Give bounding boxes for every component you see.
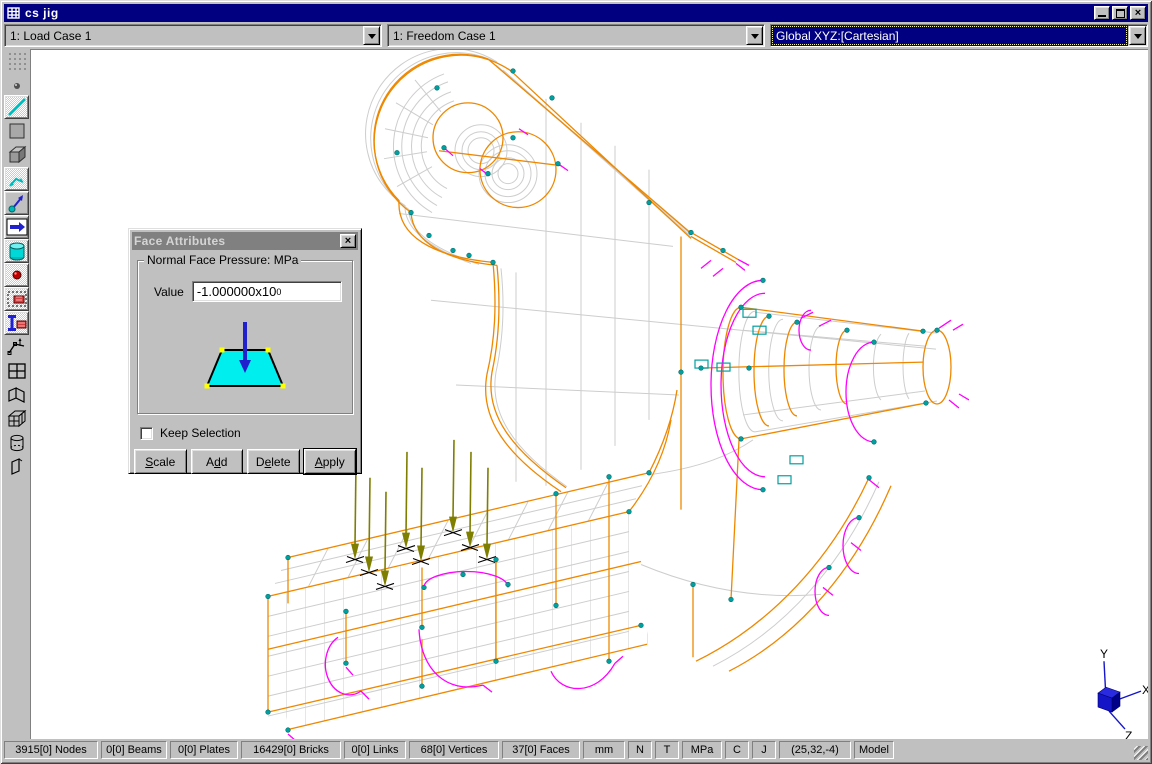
chevron-down-icon — [368, 34, 376, 43]
status-bricks: 16429[0] Bricks — [241, 741, 341, 759]
grid-points-icon — [7, 51, 27, 71]
status-stress-unit: MPa — [682, 741, 722, 759]
maximize-icon — [1116, 9, 1125, 18]
status-force-unit: N — [628, 741, 652, 759]
hex-mesh-tool[interactable] — [4, 407, 29, 431]
status-coordinates: (25,32,-4) — [779, 741, 851, 759]
folded-plate-icon — [6, 384, 28, 406]
keep-selection-label: Keep Selection — [160, 426, 241, 440]
bent-beam-icon — [6, 336, 28, 358]
dialog-titlebar[interactable]: Face Attributes × — [132, 232, 358, 250]
load-case-value: 1: Load Case 1 — [5, 25, 362, 46]
beam-tool[interactable] — [4, 95, 29, 119]
brick-icon — [6, 144, 28, 166]
coordinate-system-combo[interactable]: Global XYZ:[Cartesian] — [770, 24, 1148, 47]
status-mode: Model — [854, 741, 894, 759]
dialog-close-button[interactable]: × — [340, 234, 356, 248]
dialog-title: Face Attributes — [134, 234, 338, 248]
status-beams: 0[0] Beams — [101, 741, 167, 759]
bent-beam-tool[interactable] — [4, 335, 29, 359]
maximize-button[interactable] — [1112, 6, 1128, 20]
load-case-combo[interactable]: 1: Load Case 1 — [4, 24, 382, 47]
solid-cylinder-icon — [6, 240, 28, 262]
minimize-button[interactable] — [1094, 6, 1110, 20]
minimize-icon — [1098, 15, 1106, 17]
node-tool[interactable] — [4, 77, 29, 95]
axis-y-label: Y — [1100, 647, 1108, 661]
plate-wire-tool[interactable] — [4, 455, 29, 479]
quad-mesh-tool[interactable] — [4, 359, 29, 383]
value-label: Value — [154, 285, 184, 299]
status-nodes: 3915[0] Nodes — [4, 741, 98, 759]
scale-button[interactable]: Scale — [134, 449, 187, 474]
close-button[interactable]: × — [1130, 6, 1146, 20]
status-plates: 0[0] Plates — [170, 741, 238, 759]
pressure-direction-icon — [175, 310, 315, 396]
app-window: cs jig × 1: Load Case 1 1: Freedom Case … — [0, 0, 1152, 764]
face-arrow-icon — [6, 216, 28, 238]
axis-z-label: Z — [1125, 729, 1132, 739]
face-arrow-tool[interactable] — [4, 215, 29, 239]
link-tool[interactable] — [4, 167, 29, 191]
window-title: cs jig — [25, 6, 1092, 20]
beam-section-tool[interactable] — [4, 311, 29, 335]
pressure-value: -1.000000x10 — [197, 284, 277, 299]
pressure-value-input[interactable]: -1.000000x100 — [192, 281, 342, 302]
axis-x-label: X — [1142, 683, 1148, 697]
chevron-down-icon — [1134, 34, 1142, 43]
load-case-dropdown-button[interactable] — [363, 26, 380, 45]
face-attributes-dialog[interactable]: Face Attributes × Normal Face Pressure: … — [128, 228, 362, 474]
solid-tool[interactable] — [4, 239, 29, 263]
status-vertices: 68[0] Vertices — [409, 741, 499, 759]
coordinate-system-value: Global XYZ:[Cartesian] — [771, 25, 1128, 46]
pressure-groupbox: Normal Face Pressure: MPa Value -1.00000… — [137, 260, 353, 414]
status-length-unit: mm — [583, 741, 625, 759]
close-icon: × — [1135, 7, 1141, 19]
status-faces: 37[0] Faces — [502, 741, 580, 759]
titlebar[interactable]: cs jig × — [4, 4, 1148, 22]
vertex-tool[interactable] — [4, 191, 29, 215]
freedom-case-dropdown-button[interactable] — [746, 26, 763, 45]
resize-grip-icon[interactable] — [1134, 746, 1148, 760]
apply-button[interactable]: Apply — [304, 449, 357, 474]
tool-palette — [3, 49, 30, 739]
point-mass-icon — [6, 264, 28, 286]
case-toolbar: 1: Load Case 1 1: Freedom Case 1 Global … — [4, 24, 1148, 47]
plate-icon — [6, 120, 28, 142]
coordinate-system-dropdown-button[interactable] — [1129, 26, 1146, 45]
grid-points-tool[interactable] — [4, 49, 29, 73]
status-temp-unit: C — [725, 741, 749, 759]
freedom-case-combo[interactable]: 1: Freedom Case 1 — [387, 24, 765, 47]
chevron-down-icon — [751, 34, 759, 43]
close-icon: × — [345, 235, 351, 247]
select-marquee-tool[interactable] — [4, 287, 29, 311]
brick-tool[interactable] — [4, 143, 29, 167]
status-bar: 3915[0] Nodes 0[0] Beams 0[0] Plates 164… — [4, 740, 1148, 760]
cylinder-wire-tool[interactable] — [4, 431, 29, 455]
status-links: 0[0] Links — [344, 741, 406, 759]
plate-tool[interactable] — [4, 119, 29, 143]
delete-button[interactable]: Delete — [247, 449, 300, 474]
axis-triad: X Y Z — [1098, 647, 1148, 739]
link-icon — [6, 168, 28, 190]
beam-section-icon — [6, 312, 28, 334]
pressure-group-label: Normal Face Pressure: MPa — [144, 253, 301, 267]
point-mass-tool[interactable] — [4, 263, 29, 287]
add-button[interactable]: Add — [191, 449, 244, 474]
keep-selection-checkbox[interactable] — [140, 427, 153, 440]
plate-wire-icon — [6, 456, 28, 478]
freedom-case-value: 1: Freedom Case 1 — [388, 25, 745, 46]
node-icon — [11, 80, 23, 92]
app-grid-icon — [6, 5, 22, 21]
vertex-icon — [6, 192, 28, 214]
cylinder-wire-icon — [6, 432, 28, 454]
beam-icon — [6, 96, 28, 118]
status-energy-unit: J — [752, 741, 776, 759]
folded-plate-tool[interactable] — [4, 383, 29, 407]
hex-mesh-icon — [6, 408, 28, 430]
select-marquee-icon — [6, 288, 28, 310]
status-mass-unit: T — [655, 741, 679, 759]
quad-mesh-icon — [6, 360, 28, 382]
